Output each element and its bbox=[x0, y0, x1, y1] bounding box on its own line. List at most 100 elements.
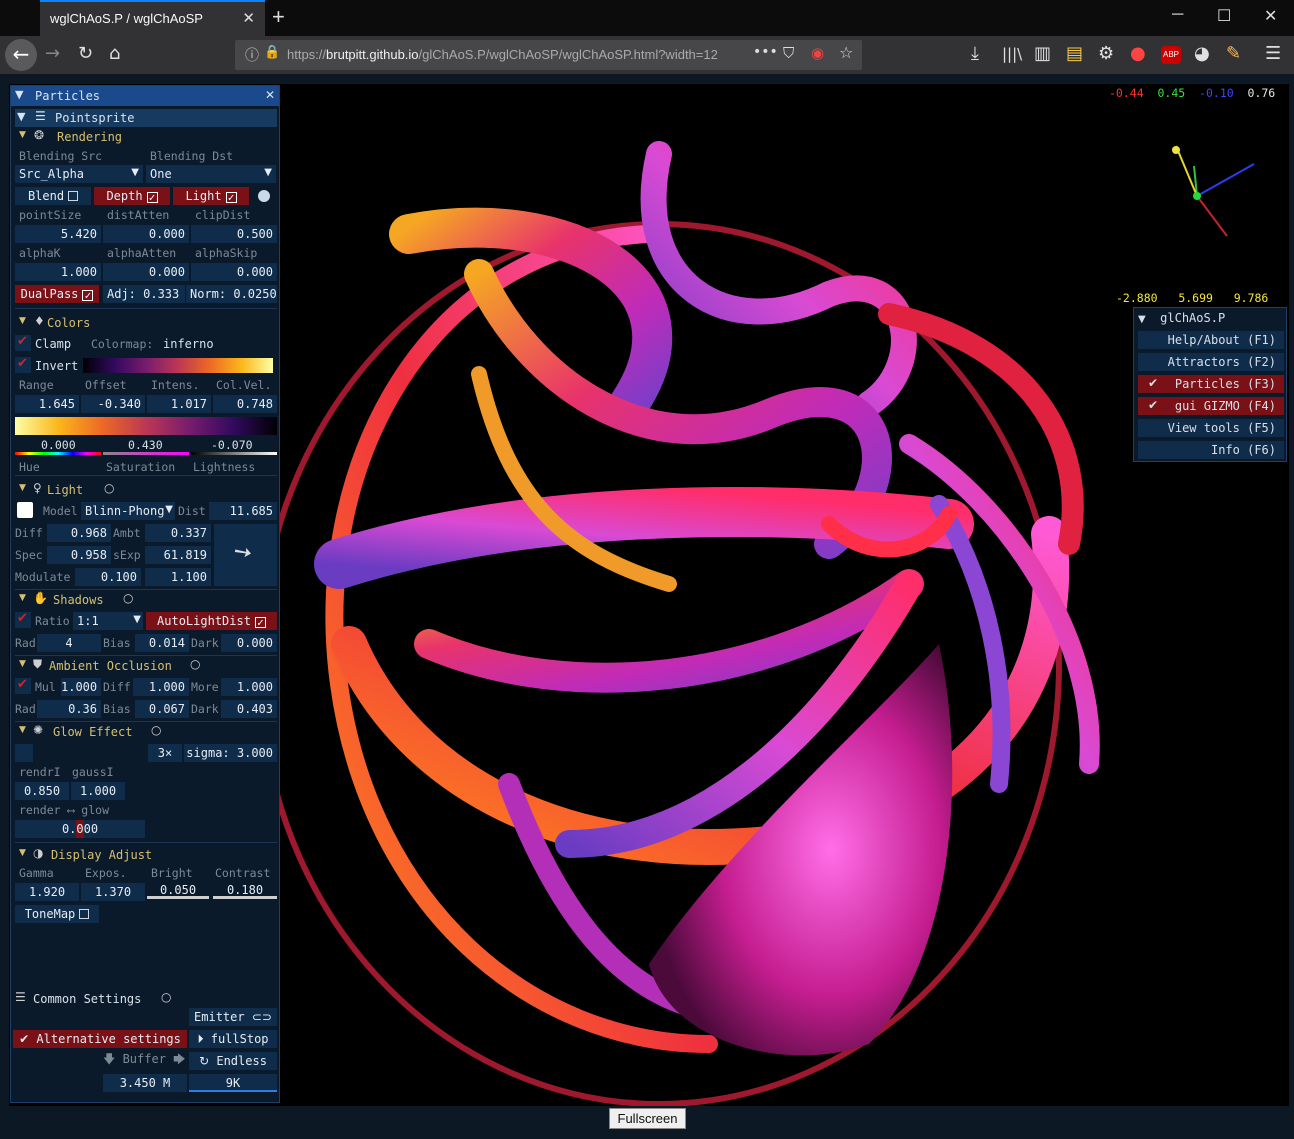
depth-checkbox[interactable]: Depth ✓ bbox=[94, 187, 170, 205]
alphaatten-field[interactable]: 0.000 bbox=[103, 263, 189, 281]
alphaskip-field[interactable]: 0.000 bbox=[191, 263, 277, 281]
alternative-settings-checkbox[interactable]: ✔ Alternative settings bbox=[13, 1030, 187, 1048]
forward-icon[interactable]: → bbox=[45, 43, 60, 64]
light-color-swatch[interactable] bbox=[17, 502, 33, 518]
lightness-value[interactable]: -0.070 bbox=[211, 438, 253, 452]
comment-icon[interactable]: ○ bbox=[190, 657, 200, 671]
display-adjust-header[interactable]: ▼ ◑ Display Adjust bbox=[17, 846, 277, 864]
ambt-field[interactable]: 0.337 bbox=[145, 524, 211, 542]
render-glow-mix-field[interactable]: 0.000 bbox=[15, 820, 145, 838]
colormap-strip[interactable] bbox=[15, 417, 277, 435]
menu-attractors[interactable]: Attractors (F2) bbox=[1138, 353, 1284, 371]
modulate-2-field[interactable]: 1.100 bbox=[145, 568, 211, 586]
emitter-toggle[interactable]: Emitter ⊂⊃ bbox=[189, 1008, 277, 1026]
menu-help[interactable]: Help/About (F1) bbox=[1138, 331, 1284, 349]
panel-titlebar[interactable]: ▼ Particles ✕ bbox=[11, 86, 279, 106]
light-model-select[interactable]: Blinn-Phong ▼ bbox=[81, 502, 175, 520]
info-icon[interactable]: ⓘ bbox=[245, 45, 259, 65]
clipdist-field[interactable]: 0.500 bbox=[191, 225, 277, 243]
distatten-field[interactable]: 0.000 bbox=[103, 225, 189, 243]
endless-button[interactable]: ↻ Endless bbox=[189, 1052, 277, 1070]
comment-icon[interactable]: ○ bbox=[104, 481, 114, 495]
collapse-icon[interactable]: ▼ bbox=[15, 88, 23, 101]
home-icon[interactable]: ⌂ bbox=[109, 43, 120, 64]
spec-field[interactable]: 0.958 bbox=[47, 546, 111, 564]
window-close-icon[interactable]: ✕ bbox=[1264, 6, 1277, 26]
pointsprite-header[interactable]: ▼ ☰ Pointsprite bbox=[15, 109, 277, 127]
menu-icon[interactable]: ☰ bbox=[1265, 43, 1281, 64]
light-header[interactable]: ▼ ♀ Light ○ bbox=[17, 481, 277, 499]
menu-gui-gizmo[interactable]: ✔ gui GIZMO (F4) bbox=[1138, 397, 1284, 415]
extension-icon[interactable]: ◉ bbox=[811, 44, 824, 62]
maximize-icon[interactable]: ☐ bbox=[1217, 6, 1231, 26]
gaussi-field[interactable]: 1.000 bbox=[71, 782, 125, 800]
browser-tab[interactable]: wglChAoS.P / wglChAoSP ✕ bbox=[40, 0, 265, 36]
light-color-dot[interactable] bbox=[258, 190, 270, 202]
colormap-preview[interactable] bbox=[83, 358, 273, 373]
light-checkbox[interactable]: Light ✓ bbox=[173, 187, 249, 205]
hue-slider[interactable] bbox=[15, 452, 101, 455]
fullscreen-button[interactable]: Fullscreen bbox=[609, 1108, 686, 1129]
pocket-icon[interactable]: ⛉ bbox=[783, 44, 794, 62]
bookmark-star-icon[interactable]: ☆ bbox=[839, 43, 853, 62]
common-settings-header[interactable]: ☰ Common Settings ○ bbox=[15, 990, 277, 1008]
new-tab-icon[interactable]: + bbox=[272, 4, 285, 30]
rendri-field[interactable]: 0.850 bbox=[15, 782, 69, 800]
fullstop-button[interactable]: ⏵ fullStop bbox=[189, 1030, 277, 1048]
invert-checkbox[interactable]: ✔ bbox=[15, 356, 31, 373]
close-icon[interactable]: ✕ bbox=[242, 9, 255, 27]
minimize-icon[interactable]: ─ bbox=[1172, 6, 1183, 24]
sigma-field[interactable]: sigma: 3.000 bbox=[184, 744, 277, 762]
ao-mul-field[interactable]: 1.000 bbox=[61, 678, 101, 696]
glow-mult-field[interactable]: 3× bbox=[148, 744, 182, 762]
sexp-field[interactable]: 61.819 bbox=[145, 546, 211, 564]
light-direction-gizmo[interactable]: ➘ bbox=[214, 524, 277, 586]
shadow-rad-field[interactable]: 4 bbox=[37, 634, 101, 652]
light-dist-field[interactable]: 11.685 bbox=[209, 502, 277, 520]
ao-diff-field[interactable]: 1.000 bbox=[133, 678, 189, 696]
menu-view-tools[interactable]: View tools (F5) bbox=[1138, 419, 1284, 437]
adblock-icon[interactable]: ABP bbox=[1161, 46, 1181, 64]
ratio-select[interactable]: 1:1 ▼ bbox=[73, 612, 143, 630]
expos-field[interactable]: 1.370 bbox=[81, 883, 145, 901]
gear-icon[interactable]: ⚙ bbox=[1098, 43, 1114, 64]
tonemap-checkbox[interactable]: ToneMap bbox=[15, 905, 99, 923]
autolightdist-checkbox[interactable]: AutoLightDist ✓ bbox=[146, 612, 277, 630]
offset-field[interactable]: -0.340 bbox=[81, 395, 145, 413]
comment-icon[interactable]: ○ bbox=[161, 990, 171, 1004]
url-bar[interactable]: ⓘ 🔒 https://brutpitt.github.io/glChAoS.P… bbox=[235, 40, 862, 70]
extension-icon[interactable]: ✎ bbox=[1226, 43, 1241, 64]
gamma-field[interactable]: 1.920 bbox=[15, 883, 79, 901]
dualpass-checkbox[interactable]: DualPass ✓ bbox=[15, 285, 99, 303]
blend-src-select[interactable]: Src_Alpha ▼ bbox=[15, 165, 143, 183]
ao-bias-field[interactable]: 0.067 bbox=[135, 700, 189, 718]
saturation-value[interactable]: 0.430 bbox=[128, 438, 163, 452]
sidebar-icon[interactable]: ▥ bbox=[1034, 43, 1051, 64]
comment-icon[interactable]: ○ bbox=[151, 723, 161, 737]
saturation-slider[interactable] bbox=[103, 452, 189, 455]
extension-icon[interactable]: ▤ bbox=[1066, 43, 1083, 64]
adj-field[interactable]: Adj: 0.333 bbox=[103, 285, 185, 303]
pointsize-field[interactable]: 5.420 bbox=[15, 225, 101, 243]
glow-checkbox[interactable] bbox=[15, 744, 33, 762]
alphak-field[interactable]: 1.000 bbox=[15, 263, 101, 281]
close-icon[interactable]: ✕ bbox=[265, 88, 275, 102]
more-icon[interactable]: ••• bbox=[753, 44, 778, 60]
shadows-checkbox[interactable]: ✔ bbox=[15, 611, 31, 628]
clamp-checkbox[interactable]: ✔ bbox=[15, 334, 31, 351]
range-field[interactable]: 1.645 bbox=[15, 395, 79, 413]
color-icon[interactable]: ● bbox=[1130, 43, 1146, 64]
ao-more-field[interactable]: 1.000 bbox=[221, 678, 277, 696]
lightness-slider[interactable] bbox=[191, 452, 277, 455]
intens-field[interactable]: 1.017 bbox=[147, 395, 211, 413]
ao-rad-field[interactable]: 0.36 bbox=[37, 700, 101, 718]
ao-dark-field[interactable]: 0.403 bbox=[221, 700, 277, 718]
buffer-value[interactable]: 3.450 M bbox=[103, 1074, 187, 1092]
contrast-slider[interactable]: 0.180 bbox=[213, 881, 277, 899]
back-icon[interactable]: ← bbox=[5, 39, 37, 71]
hue-value[interactable]: 0.000 bbox=[41, 438, 76, 452]
bright-slider[interactable]: 0.050 bbox=[147, 881, 209, 899]
rendering-header[interactable]: ▼ ❂ Rendering bbox=[17, 128, 277, 146]
blend-dst-select[interactable]: One ▼ bbox=[146, 165, 276, 183]
colormap-name[interactable]: inferno bbox=[163, 337, 214, 351]
